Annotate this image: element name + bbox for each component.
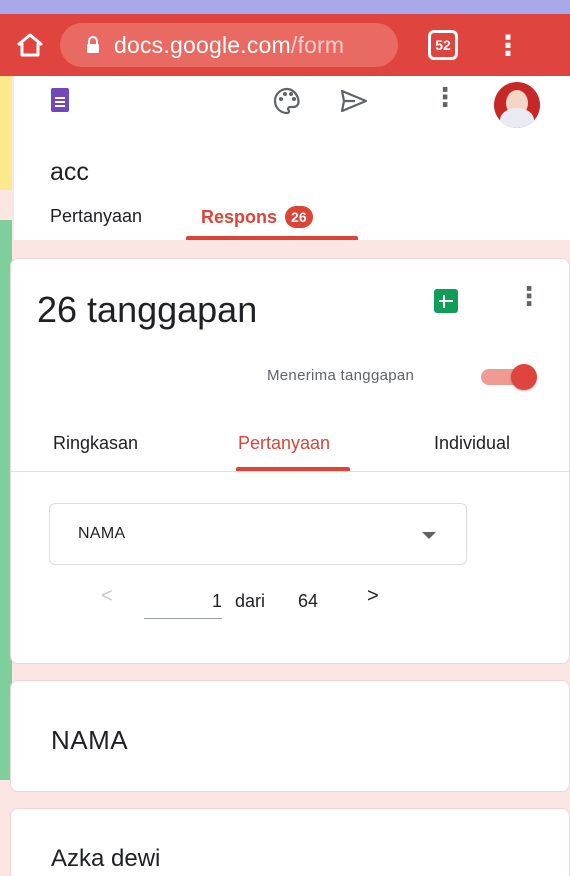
question-title: NAMA: [51, 725, 129, 755]
pager-of-label: dari: [235, 591, 266, 611]
google-forms-logo-icon[interactable]: [51, 88, 69, 112]
url-domain: docs.google.com: [114, 31, 291, 58]
avatar[interactable]: [494, 82, 540, 128]
forms-header: ⋮ acc Pertanyaan Respons 26: [14, 76, 570, 240]
pager-total: 64: [298, 591, 319, 611]
subtab-question[interactable]: Pertanyaan: [238, 433, 330, 454]
url-path: /form: [290, 31, 345, 58]
card-more-vert-icon[interactable]: ⋮: [516, 281, 542, 312]
home-button[interactable]: [0, 14, 60, 76]
previous-page-button[interactable]: <: [101, 585, 113, 608]
answer-text: Azka dewi: [51, 845, 161, 872]
palette-icon[interactable]: [272, 86, 302, 116]
home-icon: [17, 33, 43, 57]
wallpaper-top: [0, 0, 570, 14]
accepting-responses-toggle[interactable]: [481, 364, 539, 390]
tab-questions[interactable]: Pertanyaan: [50, 206, 142, 227]
responses-summary-card: 26 tanggapan ⋮ Menerima tanggapan Ringka…: [10, 258, 570, 664]
question-card: NAMA: [10, 680, 570, 792]
browser-toolbar: docs.google.com/form 52 ⋮: [0, 14, 570, 76]
dropdown-arrow-icon: [422, 532, 436, 539]
lock-icon: [87, 36, 99, 53]
active-tab-indicator: [186, 236, 358, 240]
accepting-responses-label: Menerima tanggapan: [267, 367, 415, 384]
subtab-summary[interactable]: Ringkasan: [53, 433, 138, 454]
next-page-button[interactable]: >: [367, 585, 379, 608]
answer-card: Azka dewi: [10, 808, 570, 876]
send-icon[interactable]: [339, 88, 369, 114]
google-sheets-icon[interactable]: [434, 289, 458, 313]
responses-count-badge: 26: [285, 206, 313, 228]
question-select[interactable]: NAMA: [49, 503, 467, 565]
more-vert-icon[interactable]: ⋮: [432, 82, 458, 113]
page-number-input[interactable]: 1: [144, 591, 222, 619]
tab-responses-label: Respons: [201, 207, 278, 227]
tab-switcher-button[interactable]: 52: [428, 30, 458, 60]
form-title: acc: [50, 158, 89, 186]
tab-responses[interactable]: Respons 26: [201, 206, 313, 228]
browser-menu-icon[interactable]: ⋮: [494, 29, 522, 62]
divider: [11, 471, 569, 472]
response-count-heading: 26 tanggapan: [37, 289, 258, 330]
address-bar[interactable]: docs.google.com/form: [60, 23, 398, 67]
question-select-value: NAMA: [78, 525, 126, 542]
subtab-individual[interactable]: Individual: [434, 433, 510, 454]
